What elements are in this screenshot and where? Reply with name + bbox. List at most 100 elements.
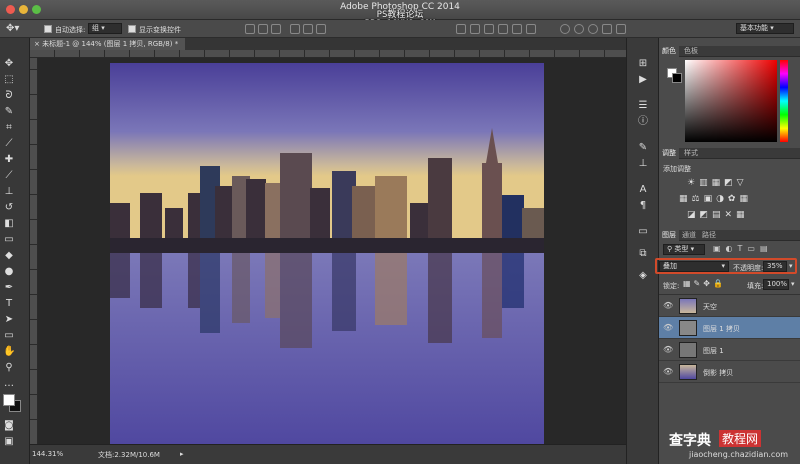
vertical-ruler[interactable] <box>30 58 38 444</box>
auto-select-checkbox[interactable] <box>44 25 52 33</box>
opacity-slider-icon[interactable]: ▾ <box>789 262 793 270</box>
visibility-eye-icon[interactable]: 👁 <box>663 301 673 311</box>
tab-layers[interactable]: 图层 <box>659 230 679 241</box>
healing-brush-icon[interactable]: ✚ <box>3 154 15 166</box>
lock-label: 锁定: <box>663 282 680 290</box>
foreground-color-swatch[interactable] <box>3 394 15 406</box>
gradient-tool-icon[interactable]: ▭ <box>3 234 15 246</box>
align-top-icon[interactable] <box>245 24 255 34</box>
align-left-icon[interactable] <box>290 24 300 34</box>
visibility-eye-icon[interactable]: 👁 <box>663 323 673 333</box>
3d-mode-icon[interactable] <box>616 24 626 34</box>
color-panel-tabs: 颜色 色板 <box>659 46 800 57</box>
3d-icon[interactable]: ◈ <box>637 270 649 282</box>
show-transform-label: 显示变换控件 <box>139 26 181 34</box>
distribute-icon[interactable] <box>526 24 536 34</box>
auto-select-dropdown[interactable]: 组 ▾ <box>88 23 122 34</box>
shape-tool-icon[interactable]: ▭ <box>3 330 15 342</box>
show-transform-checkbox[interactable] <box>128 25 136 33</box>
distribute-icon[interactable] <box>512 24 522 34</box>
properties-icon[interactable]: ☰ <box>637 100 649 112</box>
align-middle-icon[interactable] <box>258 24 268 34</box>
align-center-icon[interactable] <box>303 24 313 34</box>
clone-source-icon[interactable]: ⊥ <box>637 158 649 170</box>
blur-tool-icon[interactable]: ◆ <box>3 250 15 262</box>
layers-panel-tabs: 图层 通道 路径 <box>659 230 800 241</box>
clone-stamp-icon[interactable]: ⊥ <box>3 186 15 198</box>
3d-mode-icon[interactable] <box>574 24 584 34</box>
layer-filter-dropdown[interactable]: ⚲ 类型 ▾ <box>663 244 705 255</box>
layer-filter-icons[interactable]: ▣◐T▭▤ <box>713 244 773 253</box>
layer-row[interactable]: 👁 图层 1 <box>659 339 800 361</box>
layer-thumbnail <box>679 298 697 314</box>
history-icon[interactable]: ⊞ <box>637 58 649 70</box>
distribute-icon[interactable] <box>498 24 508 34</box>
background-color-chip[interactable] <box>672 73 682 83</box>
eyedropper-tool-icon[interactable]: ⟋ <box>3 138 15 150</box>
visibility-eye-icon[interactable]: 👁 <box>663 367 673 377</box>
zoom-tool-icon[interactable]: ⚲ <box>3 362 15 374</box>
align-bottom-icon[interactable] <box>271 24 281 34</box>
blend-mode-dropdown[interactable]: 叠加 ▾ <box>659 261 729 272</box>
crop-tool-icon[interactable]: ⌗ <box>3 122 15 134</box>
move-tool-icon[interactable]: ✥ <box>3 58 15 70</box>
3d-mode-icon[interactable] <box>560 24 570 34</box>
distribute-icon[interactable] <box>456 24 466 34</box>
lasso-tool-icon[interactable]: ᘐ <box>3 90 15 102</box>
canvas-image[interactable] <box>110 63 544 444</box>
tab-color[interactable]: 颜色 <box>659 46 679 57</box>
lock-icons[interactable]: ▦✎✥🔒 <box>683 279 726 288</box>
type-tool-icon[interactable]: T <box>3 298 15 310</box>
3d-mode-icon[interactable] <box>602 24 612 34</box>
info-icon[interactable]: ⓘ <box>637 116 649 128</box>
pen-tool-icon[interactable]: ✒ <box>3 282 15 294</box>
timeline-icon[interactable]: ▭ <box>637 226 649 238</box>
more-tools-icon[interactable]: … <box>3 378 15 390</box>
actions-icon[interactable]: ▶ <box>637 74 649 86</box>
brush-tool-icon[interactable]: ⟋ <box>3 170 15 182</box>
tab-adjustments[interactable]: 调整 <box>659 148 679 159</box>
eraser-tool-icon[interactable]: ◧ <box>3 218 15 230</box>
adjustment-icons-row-2[interactable]: ▦⚖▣◑✿▦ <box>679 194 752 204</box>
dodge-tool-icon[interactable]: ● <box>3 266 15 278</box>
tab-swatches[interactable]: 色板 <box>681 46 701 57</box>
workspace-dropdown[interactable]: 基本功能 ▾ <box>736 23 794 34</box>
title-bar: Adobe Photoshop CC 2014 PS教程论坛 BBS.16XX8… <box>0 0 800 29</box>
marquee-tool-icon[interactable]: ⬚ <box>3 74 15 86</box>
opacity-input[interactable]: 35% <box>763 261 787 272</box>
notes-icon[interactable]: ⧉ <box>637 248 649 260</box>
adjustment-icons-row-3[interactable]: ◪◩▤✕▦ <box>687 210 749 220</box>
layer-row[interactable]: 👁 天空 <box>659 295 800 317</box>
panel-icon-strip: ⊞ ▶ ☰ ⓘ ✎ ⊥ A ¶ ▭ ⧉ ◈ <box>626 38 658 464</box>
visibility-eye-icon[interactable]: 👁 <box>663 345 673 355</box>
hue-slider[interactable] <box>780 60 788 142</box>
color-picker-field[interactable] <box>685 60 777 142</box>
hand-tool-icon[interactable]: ✋ <box>3 346 15 358</box>
distribute-icon[interactable] <box>484 24 494 34</box>
move-tool-icon[interactable]: ✥▾ <box>6 23 19 34</box>
path-select-icon[interactable]: ➤ <box>3 314 15 326</box>
horizontal-ruler[interactable] <box>30 50 626 58</box>
screen-mode-icon[interactable]: ▣ <box>3 436 15 448</box>
adjustment-icons-row-1[interactable]: ☀▥▦◩▽ <box>687 178 748 188</box>
3d-mode-icon[interactable] <box>588 24 598 34</box>
tab-paths[interactable]: 路径 <box>699 230 719 241</box>
layer-row-selected[interactable]: 👁 图层 1 拷贝 <box>659 317 800 339</box>
fill-input[interactable]: 100% <box>763 279 789 290</box>
distribute-icon[interactable] <box>470 24 480 34</box>
document-tab[interactable]: × 未标题-1 @ 144% (图层 1 拷贝, RGB/8) * <box>30 38 185 50</box>
paragraph-icon[interactable]: ¶ <box>637 200 649 212</box>
quick-select-tool-icon[interactable]: ✎ <box>3 106 15 118</box>
fill-slider-icon[interactable]: ▾ <box>791 280 795 288</box>
layer-row[interactable]: 👁 倒影 拷贝 <box>659 361 800 383</box>
history-brush-icon[interactable]: ↺ <box>3 202 15 214</box>
tab-channels[interactable]: 通道 <box>679 230 699 241</box>
character-icon[interactable]: A <box>637 184 649 196</box>
align-right-icon[interactable] <box>316 24 326 34</box>
quick-mask-icon[interactable]: ◙ <box>3 420 15 432</box>
zoom-level[interactable]: 144.31% <box>32 450 63 458</box>
canvas-area[interactable] <box>38 58 626 444</box>
status-menu-icon[interactable]: ▸ <box>180 450 184 458</box>
brush-presets-icon[interactable]: ✎ <box>637 142 649 154</box>
tab-styles[interactable]: 样式 <box>681 148 701 159</box>
